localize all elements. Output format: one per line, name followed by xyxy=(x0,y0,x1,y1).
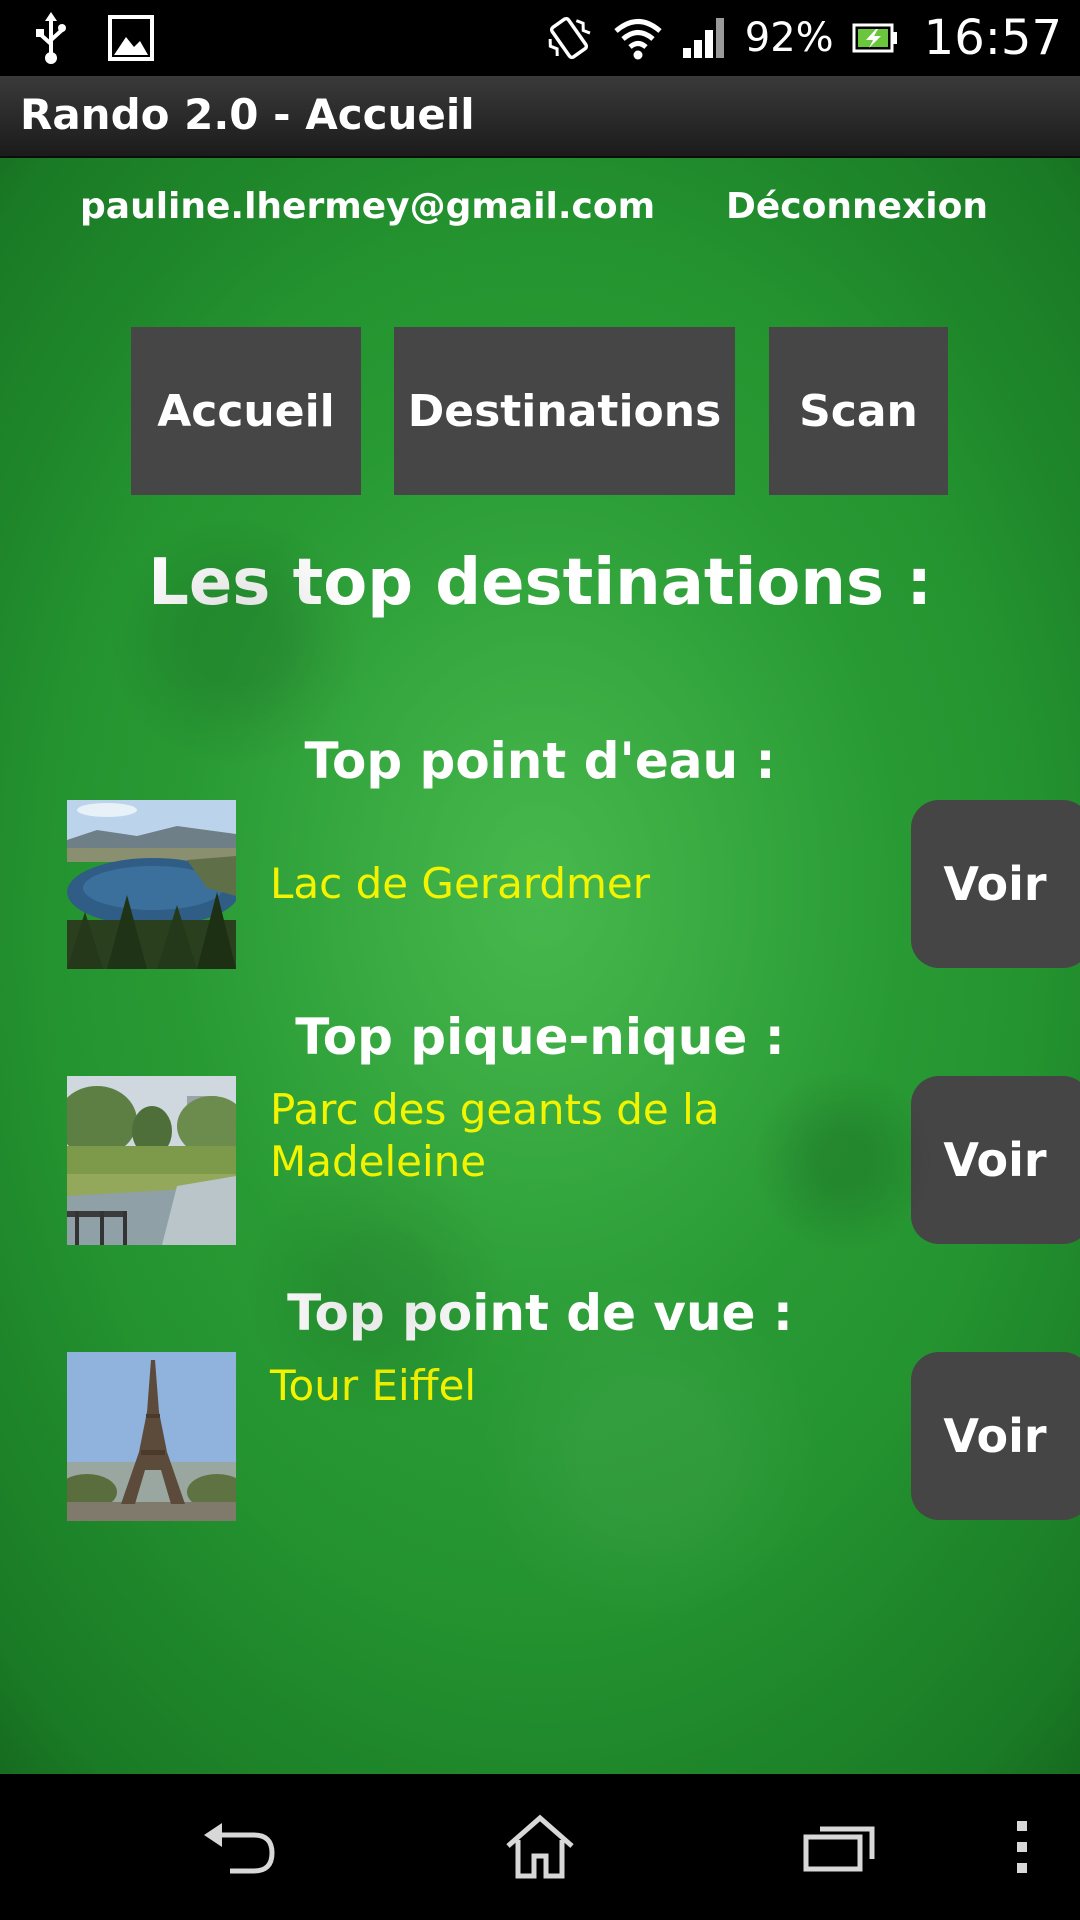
voir-button[interactable]: Voir xyxy=(911,1352,1080,1520)
recent-apps-icon[interactable] xyxy=(790,1804,890,1890)
logout-link[interactable]: Déconnexion xyxy=(726,186,988,227)
destination-name: Parc des geants de la Madeleine xyxy=(270,1085,720,1186)
back-icon[interactable] xyxy=(190,1804,290,1890)
destinations-button[interactable]: Destinations xyxy=(394,327,735,495)
user-email: pauline.lhermey@gmail.com xyxy=(80,186,656,227)
image-notification-icon xyxy=(108,15,154,61)
signal-icon xyxy=(681,16,727,60)
main-content: pauline.lhermey@gmail.com Déconnexion Ac… xyxy=(0,158,1080,1774)
clock: 16:57 xyxy=(923,10,1062,66)
eiffel-tower-photo xyxy=(67,1352,236,1521)
usb-icon xyxy=(34,12,68,64)
category-title: Top pique-nique : xyxy=(295,1008,785,1066)
lake-photo xyxy=(67,800,236,969)
accueil-button[interactable]: Accueil xyxy=(131,327,361,495)
battery-percent: 92% xyxy=(744,15,834,61)
destination-name: Tour Eiffel xyxy=(270,1361,477,1410)
voir-button[interactable]: Voir xyxy=(911,800,1080,968)
battery-charging-icon xyxy=(852,22,898,54)
category-title: Top point de vue : xyxy=(287,1284,793,1342)
app-title: Rando 2.0 - Accueil xyxy=(20,90,475,139)
page-title: Les top destinations : xyxy=(148,546,932,620)
system-nav-bar xyxy=(0,1774,1080,1920)
park-photo xyxy=(67,1076,236,1245)
category-title: Top point d'eau : xyxy=(304,732,776,790)
action-bar: Rando 2.0 - Accueil xyxy=(0,76,1080,158)
home-icon[interactable] xyxy=(490,1804,590,1890)
destination-name: Lac de Gerardmer xyxy=(270,859,651,908)
scan-button[interactable]: Scan xyxy=(769,327,948,495)
voir-button[interactable]: Voir xyxy=(911,1076,1080,1244)
wifi-icon xyxy=(613,16,663,60)
overflow-menu-icon[interactable] xyxy=(1000,1804,1044,1890)
vibrate-icon xyxy=(543,12,595,64)
status-bar: 92% 16:57 xyxy=(0,0,1080,76)
